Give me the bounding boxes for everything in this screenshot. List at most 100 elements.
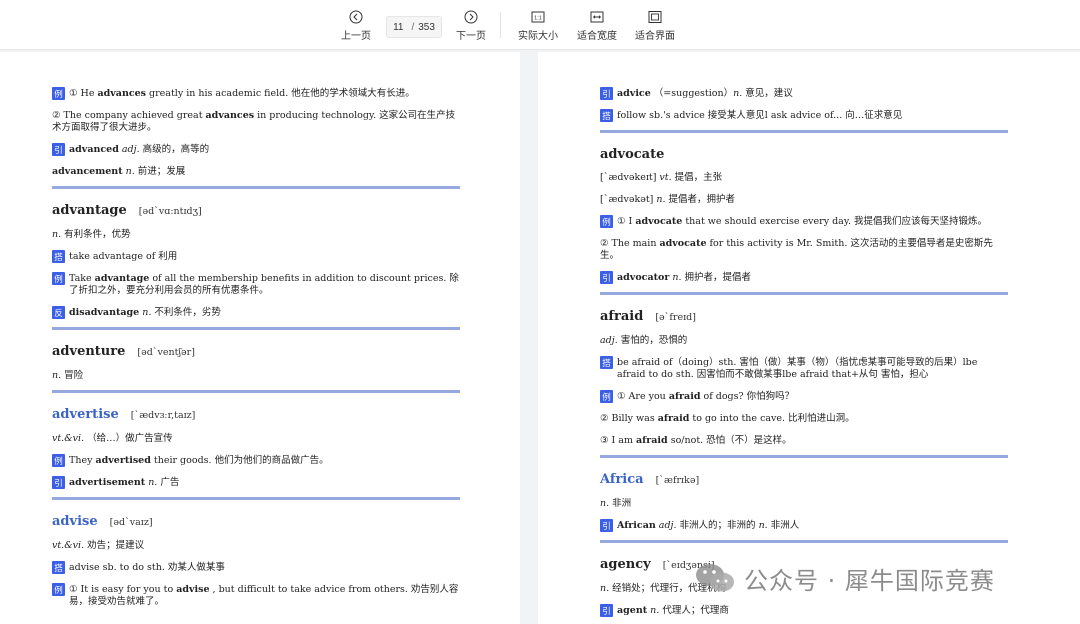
fit-width-icon: [590, 10, 604, 24]
entry-text: advocator n. 拥护者，提倡者: [617, 272, 752, 283]
fit-width-label: 适合宽度: [577, 31, 617, 42]
entry-line: n. 有利条件，优势: [52, 229, 460, 241]
entry-divider: [600, 455, 1008, 458]
watermark: 公众号 · 犀牛国际竞赛: [694, 560, 995, 596]
document-page-right: 引 advice （=suggestion）n. 意见，建议搭 follow sb.…: [538, 52, 1080, 624]
entry-line: 引 advocator n. 拥护者，提倡者: [600, 271, 1008, 284]
entry-text: adj. 害怕的，恐惧的: [600, 335, 688, 346]
entry-line: advancement n. 前进；发展: [52, 166, 460, 178]
entry-text: ① I advocate that we should exercise eve…: [617, 216, 987, 227]
label-badge: 引: [600, 271, 613, 284]
prev-page-label: 上一页: [341, 31, 371, 42]
entry-text: African adj. 非洲人的；非洲的 n. 非洲人: [617, 520, 800, 531]
entry-line: [`ædvəkeɪt] vt. 提倡，主张: [600, 172, 1008, 184]
label-badge: 例: [600, 390, 613, 403]
phonetic: [əd`vaɪz]: [109, 517, 153, 528]
next-page-button[interactable]: 下一页: [456, 10, 486, 42]
label-badge: 例: [600, 215, 613, 228]
label-badge: 引: [600, 519, 613, 532]
headword-row: advantage [əd`vɑːntɪdʒ]: [52, 203, 460, 220]
entry-text: n. 非洲: [600, 498, 632, 509]
label-badge: 例: [52, 583, 65, 596]
label-badge: 搭: [600, 356, 613, 369]
entry-line: 引 advertisement n. 广告: [52, 476, 460, 489]
label-badge: 反: [52, 306, 65, 319]
phonetic: [əd`ventʃər]: [137, 347, 195, 358]
actual-size-label: 实际大小: [518, 31, 558, 42]
entry-text: take advantage of 利用: [69, 251, 178, 262]
entry-divider: [52, 390, 460, 393]
next-page-label: 下一页: [456, 31, 486, 42]
phonetic: [əd`vɑːntɪdʒ]: [138, 206, 202, 217]
label-badge: 例: [52, 87, 65, 100]
wechat-icon: [696, 564, 734, 592]
headword-row: advertise [`ædvɜːr,taɪz]: [52, 407, 460, 424]
entry-text: n. 冒险: [52, 370, 84, 381]
headword: advertise: [52, 407, 119, 422]
headword-row: Africa [`æfrɪkə]: [600, 472, 1008, 489]
entry-line: 例 ① It is easy for you to advise , but di…: [52, 583, 460, 608]
headword-row: advocate: [600, 147, 1008, 163]
entry-line: 搭 follow sb.'s advice 接受某人意见l ask advice …: [600, 109, 1008, 122]
entry-text: advanced adj. 高级的，高等的: [69, 144, 210, 155]
entry-text: ② The main advocate for this activity is…: [600, 238, 993, 261]
actual-size-icon: 1:1: [531, 10, 545, 24]
fit-page-button[interactable]: 适合界面: [635, 10, 675, 42]
label-badge: 引: [600, 604, 613, 617]
current-page-input[interactable]: 11: [393, 22, 403, 33]
entry-line: 引 advice （=suggestion）n. 意见，建议: [600, 87, 1008, 100]
entry-text: [`ædvəkeɪt] vt. 提倡，主张: [600, 172, 723, 183]
entry-divider: [600, 292, 1008, 295]
fit-width-button[interactable]: 适合宽度: [577, 10, 617, 42]
viewer-toolbar: 上一页 11 / 353 下一页 1:1 实际大小 适合宽度 适合界面: [0, 0, 1080, 50]
entry-line: vt.&vi. （给…）做广告宣传: [52, 433, 460, 445]
entry-line: adj. 害怕的，恐惧的: [600, 335, 1008, 347]
page-separator: /: [411, 21, 415, 33]
entry-divider: [52, 327, 460, 330]
entry-text: advertisement n. 广告: [69, 477, 180, 488]
headword: Africa: [600, 472, 644, 487]
phonetic: [ə`freɪd]: [655, 312, 696, 323]
fit-page-icon: [648, 10, 662, 24]
entry-divider: [52, 497, 460, 500]
headword-row: adventure [əd`ventʃər]: [52, 344, 460, 361]
entry-line: 引 advanced adj. 高级的，高等的: [52, 143, 460, 156]
headword: agency: [600, 557, 651, 572]
headword: adventure: [52, 344, 126, 359]
page-indicator[interactable]: 11 / 353: [386, 16, 442, 38]
entry-line: ② Billy was afraid to go into the cave. …: [600, 413, 1008, 425]
entry-divider: [600, 130, 1008, 133]
headword: afraid: [600, 309, 644, 324]
prev-page-button[interactable]: 上一页: [341, 10, 371, 42]
chevron-right-circle-icon: [464, 10, 478, 24]
label-badge: 搭: [52, 561, 65, 574]
entry-line: [`ædvəkət] n. 提倡者，拥护者: [600, 194, 1008, 206]
entry-line: 引 African adj. 非洲人的；非洲的 n. 非洲人: [600, 519, 1008, 532]
entry-divider: [52, 186, 460, 189]
actual-size-button[interactable]: 1:1 实际大小: [518, 10, 558, 42]
entry-line: n. 冒险: [52, 370, 460, 382]
entry-text: ② Billy was afraid to go into the cave. …: [600, 413, 855, 424]
label-badge: 搭: [52, 250, 65, 263]
entry-line: ② The main advocate for this activity is…: [600, 238, 1008, 262]
entry-text: vt.&vi. （给…）做广告宣传: [52, 433, 173, 444]
headword: advocate: [600, 147, 665, 162]
entry-line: 引 agent n. 代理人；代理商: [600, 604, 1008, 617]
label-badge: 例: [52, 454, 65, 467]
entry-line: 搭 advise sb. to do sth. 劝某人做某事: [52, 561, 460, 574]
headword: advise: [52, 514, 98, 529]
entry-text: be afraid of（doing）sth. 害怕（做）某事（物）（指忧虑某事…: [617, 357, 978, 380]
entry-line: 搭 be afraid of（doing）sth. 害怕（做）某事（物）（指忧虑某…: [600, 356, 1008, 381]
entry-line: 反 disadvantage n. 不利条件，劣势: [52, 306, 460, 319]
right-entry-list: 引 advice （=suggestion）n. 意见，建议搭 follow sb.…: [600, 87, 1008, 624]
watermark-text: 公众号 · 犀牛国际竞赛: [744, 566, 995, 595]
entry-text: follow sb.'s advice 接受某人意见l ask advice o…: [617, 110, 903, 121]
entry-text: advise sb. to do sth. 劝某人做某事: [69, 562, 225, 573]
chevron-left-circle-icon: [349, 10, 363, 24]
entry-line: 例 They advertised their goods. 他们为他们的商品做广…: [52, 454, 460, 467]
entry-text: disadvantage n. 不利条件，劣势: [69, 307, 221, 318]
entry-divider: [600, 540, 1008, 543]
entry-line: n. 非洲: [600, 498, 1008, 510]
left-entry-list: 例 ① He advances greatly in his academic f…: [52, 87, 460, 618]
headword-row: afraid [ə`freɪd]: [600, 309, 1008, 326]
